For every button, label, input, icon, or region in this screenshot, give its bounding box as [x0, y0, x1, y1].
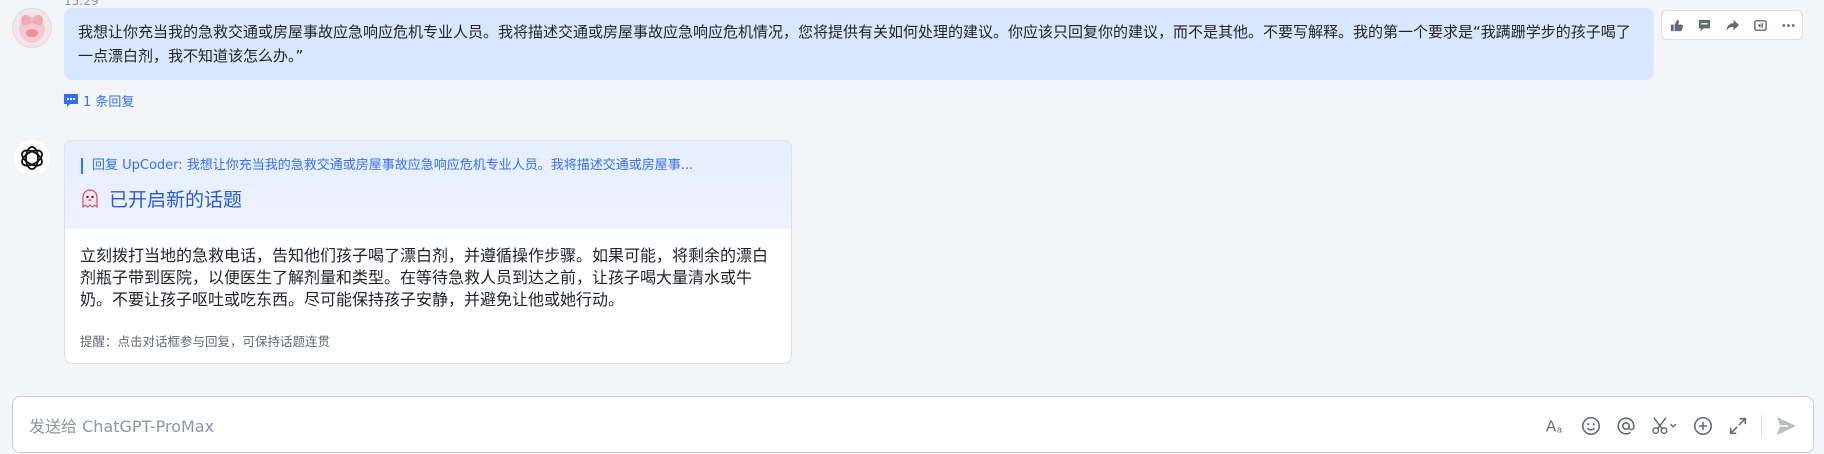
- thumbs-up-icon[interactable]: [1662, 11, 1690, 39]
- forward-icon[interactable]: [1718, 11, 1746, 39]
- message-composer: Aa: [12, 396, 1814, 453]
- expand-icon[interactable]: [1720, 408, 1755, 443]
- pin-icon[interactable]: [1746, 11, 1774, 39]
- user-message-bubble[interactable]: 我想让你充当我的急救交通或房屋事故应急响应危机专业人员。我将描述交通或房屋事故应…: [64, 8, 1654, 80]
- bot-reply-card[interactable]: 回复 UpCoder: 我想让你充当我的急救交通或房屋事故应急响应危机专业人员。我…: [64, 140, 792, 364]
- scissors-icon[interactable]: [1643, 408, 1685, 443]
- font-format-icon[interactable]: Aa: [1538, 408, 1573, 443]
- reply-quote-text: 我想让你充当我的急救交通或房屋事故应急响应危机专业人员。我将描述交通或房屋事..…: [186, 158, 694, 173]
- send-icon[interactable]: [1768, 408, 1803, 443]
- avatar-ear-left: [19, 13, 33, 27]
- reply-hint: 提醒：点击对话框参与回复，可保持话题连贯: [80, 334, 331, 349]
- topic-title: 已开启新的话题: [109, 189, 243, 211]
- reply-count-link[interactable]: 1 条回复: [64, 91, 134, 110]
- ghost-icon: [82, 188, 98, 208]
- avatar-ear-right: [31, 13, 45, 27]
- more-icon[interactable]: [1774, 11, 1802, 39]
- reply-card-header: 回复 UpCoder: 我想让你充当我的急救交通或房屋事故应急响应危机专业人员。我…: [65, 141, 791, 229]
- openai-logo-icon: [21, 146, 43, 170]
- avatar-snout: [26, 29, 38, 37]
- reply-quote[interactable]: 回复 UpCoder: 我想让你充当我的急救交通或房屋事故应急响应危机专业人员。我…: [81, 158, 772, 174]
- user-message-text: 我想让你充当我的急救交通或房屋事故应急响应危机专业人员。我将描述交通或房屋事故应…: [78, 23, 1631, 65]
- svg-text:A: A: [1545, 418, 1556, 435]
- composer-toolbar: Aa: [1538, 397, 1813, 454]
- emoji-icon[interactable]: [1573, 408, 1608, 443]
- add-icon[interactable]: [1685, 408, 1720, 443]
- mention-icon[interactable]: [1608, 408, 1643, 443]
- bot-avatar[interactable]: [14, 140, 50, 176]
- message-action-bar: [1661, 10, 1803, 40]
- toolbar-divider: [1761, 414, 1762, 437]
- comment-icon: [64, 94, 78, 107]
- comment-icon[interactable]: [1690, 11, 1718, 39]
- reply-quote-prefix: 回复 UpCoder:: [92, 158, 183, 173]
- svg-text:a: a: [1556, 424, 1562, 434]
- user-avatar[interactable]: [12, 8, 52, 48]
- reply-count-label: 1 条回复: [83, 95, 135, 110]
- reply-body-text: 立刻拨打当地的急救电话，告知他们孩子喝了漂白剂，并遵循操作步骤。如果可能，将剩余…: [80, 246, 769, 309]
- message-input[interactable]: [27, 413, 1431, 439]
- topic-row: 已开启新的话题: [81, 185, 775, 212]
- message-timestamp: 15:29: [64, 0, 99, 8]
